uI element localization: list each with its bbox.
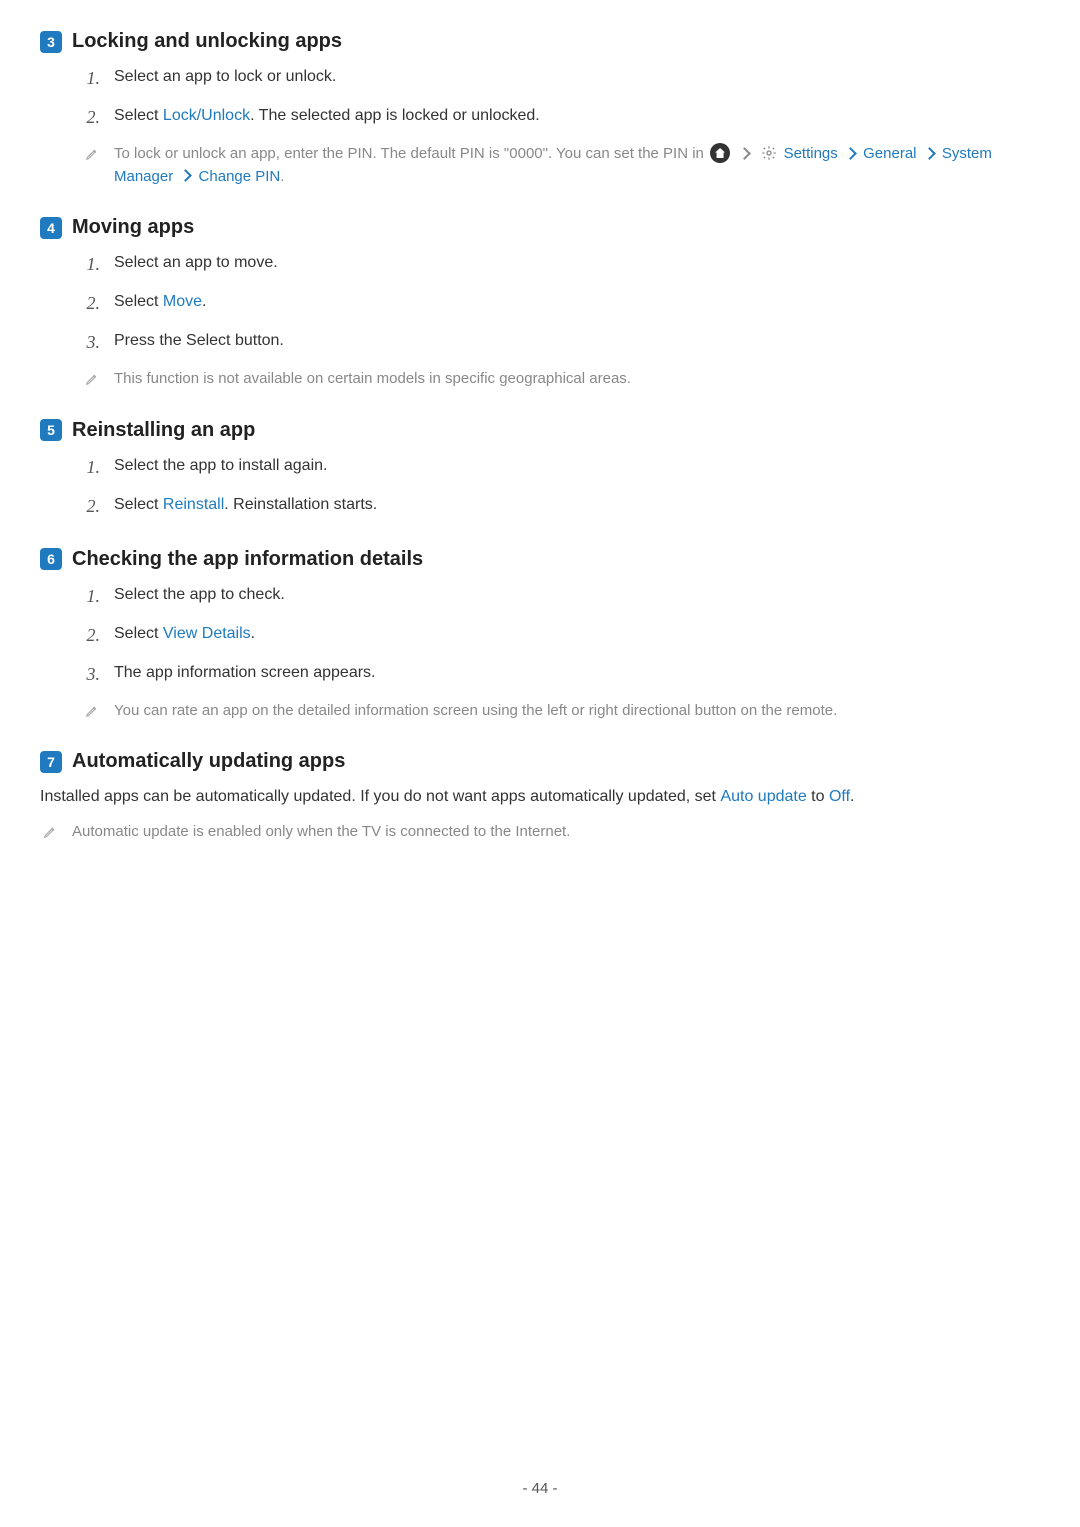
list-item: 2. Select View Details.	[82, 622, 1040, 649]
home-icon	[710, 143, 730, 163]
badge-number: 4	[40, 217, 62, 239]
step-text: Select Move.	[114, 290, 1040, 314]
step-text: Select the app to install again.	[114, 454, 1040, 478]
list-item: 3. Press the Select button.	[82, 329, 1040, 356]
section-heading: 4 Moving apps	[40, 216, 1040, 239]
list-item: 1. Select the app to install again.	[82, 454, 1040, 481]
text-prefix: Select	[114, 625, 163, 642]
link-change-pin[interactable]: Change PIN	[199, 168, 281, 185]
step-number: 1.	[82, 251, 100, 278]
step-number: 3.	[82, 329, 100, 356]
step-number: 2.	[82, 104, 100, 131]
note-row: You can rate an app on the detailed info…	[40, 700, 1040, 723]
note-prefix: To lock or unlock an app, enter the PIN.…	[114, 145, 708, 162]
note-period: .	[280, 168, 284, 185]
pencil-icon	[84, 146, 100, 162]
heading-text: Automatically updating apps	[72, 750, 345, 773]
section-heading: 5 Reinstalling an app	[40, 419, 1040, 442]
list-item: 2. Select Move.	[82, 290, 1040, 317]
link-lock-unlock[interactable]: Lock/Unlock	[163, 107, 250, 124]
link-view-details[interactable]: View Details	[163, 625, 251, 642]
badge-number: 7	[40, 751, 62, 773]
link-off[interactable]: Off	[829, 788, 850, 805]
section-moving: 4 Moving apps 1. Select an app to move. …	[40, 216, 1040, 391]
step-text: Select an app to move.	[114, 251, 1040, 275]
badge-number: 6	[40, 548, 62, 570]
note-row: Automatic update is enabled only when th…	[40, 821, 1040, 844]
list-item: 2. Select Reinstall. Reinstallation star…	[82, 493, 1040, 520]
step-number: 3.	[82, 661, 100, 688]
heading-text: Checking the app information details	[72, 548, 423, 571]
note-row: To lock or unlock an app, enter the PIN.…	[40, 143, 1040, 188]
note-row: This function is not available on certai…	[40, 368, 1040, 391]
para-prefix: Installed apps can be automatically upda…	[40, 788, 720, 805]
chevron-icon	[923, 147, 936, 160]
step-number: 2.	[82, 290, 100, 317]
heading-text: Reinstalling an app	[72, 419, 255, 442]
step-number: 1.	[82, 583, 100, 610]
step-text: Select the app to check.	[114, 583, 1040, 607]
page-number: - 44 -	[0, 1480, 1080, 1497]
list-item: 1. Select an app to move.	[82, 251, 1040, 278]
badge-number: 5	[40, 419, 62, 441]
section-reinstalling: 5 Reinstalling an app 1. Select the app …	[40, 419, 1040, 520]
text-prefix: Select	[114, 496, 163, 513]
step-number: 2.	[82, 493, 100, 520]
step-number: 1.	[82, 65, 100, 92]
note-text: Automatic update is enabled only when th…	[72, 821, 1040, 844]
heading-text: Locking and unlocking apps	[72, 30, 342, 53]
section-heading: 3 Locking and unlocking apps	[40, 30, 1040, 53]
link-general[interactable]: General	[863, 145, 916, 162]
para-suffix: .	[850, 788, 854, 805]
badge-number: 3	[40, 31, 62, 53]
link-settings[interactable]: Settings	[784, 145, 838, 162]
text-suffix: .	[251, 625, 255, 642]
pencil-icon	[42, 824, 58, 840]
text-suffix: . The selected app is locked or unlocked…	[250, 107, 540, 124]
list-item: 2. Select Lock/Unlock. The selected app …	[82, 104, 1040, 131]
step-number: 1.	[82, 454, 100, 481]
text-suffix: .	[202, 293, 206, 310]
step-text: Select Reinstall. Reinstallation starts.	[114, 493, 1040, 517]
section-heading: 7 Automatically updating apps	[40, 750, 1040, 773]
chevron-icon	[844, 147, 857, 160]
heading-text: Moving apps	[72, 216, 194, 239]
gear-icon	[761, 145, 777, 161]
step-text: Select View Details.	[114, 622, 1040, 646]
link-move[interactable]: Move	[163, 293, 202, 310]
section-auto-update: 7 Automatically updating apps Installed …	[40, 750, 1040, 844]
text-prefix: Select	[114, 107, 163, 124]
note-text: You can rate an app on the detailed info…	[114, 700, 1040, 723]
link-reinstall[interactable]: Reinstall	[163, 496, 224, 513]
link-auto-update[interactable]: Auto update	[720, 788, 806, 805]
step-text: Select Lock/Unlock. The selected app is …	[114, 104, 1040, 128]
list-item: 3. The app information screen appears.	[82, 661, 1040, 688]
pencil-icon	[84, 371, 100, 387]
text-suffix: . Reinstallation starts.	[224, 496, 377, 513]
step-text: Press the Select button.	[114, 329, 1040, 353]
chevron-icon	[180, 169, 193, 182]
step-number: 2.	[82, 622, 100, 649]
para-mid: to	[807, 788, 829, 805]
chevron-icon	[738, 147, 751, 160]
note-text: This function is not available on certai…	[114, 368, 1040, 391]
step-text: Select an app to lock or unlock.	[114, 65, 1040, 89]
note-text: To lock or unlock an app, enter the PIN.…	[114, 143, 1040, 188]
pencil-icon	[84, 703, 100, 719]
text-prefix: Select	[114, 293, 163, 310]
list-item: 1. Select an app to lock or unlock.	[82, 65, 1040, 92]
list-item: 1. Select the app to check.	[82, 583, 1040, 610]
step-text: The app information screen appears.	[114, 661, 1040, 685]
section-locking: 3 Locking and unlocking apps 1. Select a…	[40, 30, 1040, 188]
body-paragraph: Installed apps can be automatically upda…	[40, 785, 1040, 809]
section-app-info: 6 Checking the app information details 1…	[40, 548, 1040, 723]
section-heading: 6 Checking the app information details	[40, 548, 1040, 571]
